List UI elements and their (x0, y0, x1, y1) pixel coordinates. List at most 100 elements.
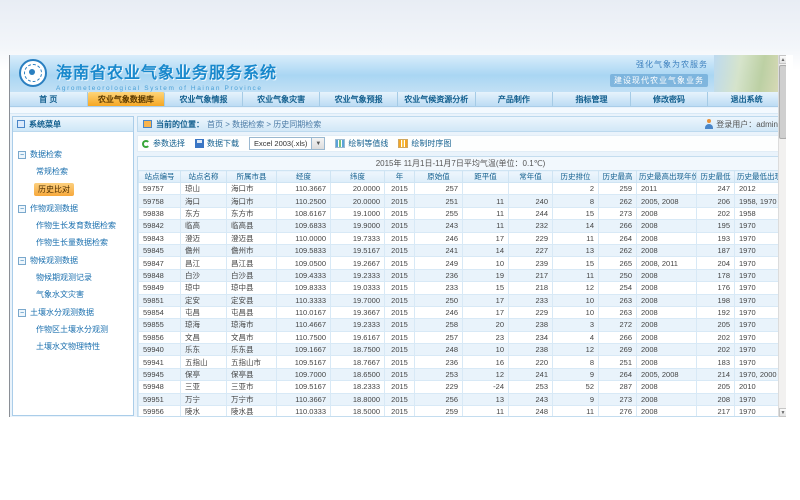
table-cell: 229 (509, 232, 553, 244)
draw-timeseries-button[interactable]: 绘制时序图 (398, 138, 451, 149)
nav-item[interactable]: 退出系统 (708, 92, 786, 106)
table-row[interactable]: 59856文昌文昌市110.750019.6167201525723234426… (139, 331, 785, 343)
table-cell: 198 (697, 294, 735, 306)
tree-group-label: 数据检索 (30, 149, 62, 160)
table-cell: 59758 (139, 195, 181, 207)
table-cell: 273 (599, 393, 637, 405)
table-cell: 文昌市 (227, 331, 277, 343)
nav-item[interactable]: 农业气象情报 (165, 92, 243, 106)
vertical-scrollbar[interactable]: ▲ ▼ (778, 55, 786, 417)
table-cell: 193 (697, 232, 735, 244)
nav-item[interactable]: 首 页 (10, 92, 88, 106)
table-cell: 18.2333 (331, 381, 385, 393)
table-cell: 8 (553, 356, 599, 368)
table-cell: 2015 (385, 282, 415, 294)
table-row[interactable]: 59854屯昌屯昌县110.016719.3667201524617229102… (139, 306, 785, 318)
table-cell: 52 (553, 381, 599, 393)
draw-contour-button[interactable]: 绘制等值线 (335, 138, 388, 149)
table-row[interactable]: 59951万宁万宁市110.366718.8000201525613243927… (139, 393, 785, 405)
table-row[interactable]: 59851定安定安县110.333319.7000201525017233102… (139, 294, 785, 306)
nav-item[interactable]: 农业气象预报 (320, 92, 398, 106)
table-cell: 59854 (139, 306, 181, 318)
tree-group[interactable]: −数据检索 (18, 149, 130, 160)
download-format-select[interactable]: Excel 2003(.xls) ▼ (249, 137, 325, 150)
nav-item[interactable]: 产品制作 (476, 92, 554, 106)
table-row[interactable]: 59945保亭保亭县109.700018.6500201525312241926… (139, 368, 785, 380)
table-row[interactable]: 59838东方东方市108.616719.1000201525511244152… (139, 207, 785, 219)
table-row[interactable]: 59849琼中琼中县109.833319.0333201523315218122… (139, 282, 785, 294)
table-cell: 241 (415, 244, 463, 256)
tree-item[interactable]: 常规检索 (18, 166, 130, 177)
scrollbar-thumb[interactable] (779, 65, 786, 139)
table-cell: 257 (415, 183, 463, 195)
table-row[interactable]: 59758海口海口市110.250020.0000201525111240826… (139, 195, 785, 207)
table-cell: 临高县 (227, 220, 277, 232)
collapse-icon[interactable]: − (18, 205, 26, 213)
table-cell: 8 (553, 195, 599, 207)
tree-item[interactable]: 土壤水文物理特性 (18, 341, 130, 352)
collapse-icon[interactable]: − (18, 309, 26, 317)
nav-item[interactable]: 农业气象数据库 (88, 92, 166, 106)
table-cell: 2008 (637, 319, 697, 331)
table-row[interactable]: 59842临高临高县109.683319.9000201524311232142… (139, 220, 785, 232)
tree-group[interactable]: −作物观测数据 (18, 203, 130, 214)
tree-group[interactable]: −土壤水分观测数据 (18, 307, 130, 318)
table-cell: 59843 (139, 232, 181, 244)
tree-item[interactable]: 作物区土壤水分观测 (18, 324, 130, 335)
nav-item[interactable]: 指标管理 (553, 92, 631, 106)
table-cell: 2015 (385, 381, 415, 393)
table-cell: 2005, 2008 (637, 195, 697, 207)
table-cell: 272 (599, 319, 637, 331)
table-header: 站点编号站点名称所属市县经度纬度年原始值距平值常年值历史排位历史最高历史最高出现… (139, 171, 785, 183)
table-cell: 220 (509, 356, 553, 368)
data-download-button[interactable]: 数据下载 (195, 138, 239, 149)
table-cell: 15 (553, 207, 599, 219)
scroll-down-icon[interactable]: ▼ (779, 408, 786, 417)
chevron-down-icon[interactable]: ▼ (312, 137, 325, 150)
table-cell: 266 (599, 331, 637, 343)
nav-item[interactable]: 农业气候资源分析 (398, 92, 476, 106)
table-row[interactable]: 59845儋州儋州市109.583319.5167201524114227132… (139, 244, 785, 256)
tree-group[interactable]: −物候观测数据 (18, 255, 130, 266)
nav-item[interactable]: 农业气象灾害 (243, 92, 321, 106)
table-cell: 19.6167 (331, 331, 385, 343)
table-row[interactable]: 59940乐东乐东县109.166718.7500201524810238122… (139, 344, 785, 356)
table-cell: 2008 (637, 269, 697, 281)
collapse-icon[interactable]: − (18, 257, 26, 265)
tree-item[interactable]: 历史比对 (34, 183, 74, 196)
column-header: 历史最高 (599, 171, 637, 183)
tree-item[interactable]: 作物生长量数据检索 (18, 237, 130, 248)
table-row[interactable]: 59948三亚三亚市109.516718.23332015229-2425352… (139, 381, 785, 393)
tree-item[interactable]: 物候期观测记录 (18, 272, 130, 283)
table-row[interactable]: 59941五指山五指山市109.516718.76672015236162208… (139, 356, 785, 368)
table-row[interactable]: 59956陵水陵水县110.033318.5000201525911248112… (139, 406, 785, 417)
table-cell: 14 (553, 220, 599, 232)
table-cell: 243 (509, 393, 553, 405)
table-row[interactable]: 59848白沙白沙县109.433319.2333201523619217112… (139, 269, 785, 281)
table-cell: 263 (599, 306, 637, 318)
collapse-icon[interactable]: − (18, 151, 26, 159)
table-cell: 2015 (385, 257, 415, 269)
tree-item[interactable]: 作物生长发育数据检索 (18, 220, 130, 231)
table-cell: 澄迈县 (227, 232, 277, 244)
table-cell: 琼中县 (227, 282, 277, 294)
table-cell: 217 (509, 269, 553, 281)
scroll-up-icon[interactable]: ▲ (779, 55, 786, 64)
table-cell: 1970, 2000 (735, 368, 785, 380)
table-cell: 19.3667 (331, 306, 385, 318)
table-cell: 乐东县 (227, 344, 277, 356)
nav-item[interactable]: 修改密码 (631, 92, 709, 106)
tree-item[interactable]: 气象水文灾害 (18, 289, 130, 300)
table-row[interactable]: 59855琼海琼海市110.466719.2333201525820238327… (139, 319, 785, 331)
table-cell: 11 (463, 406, 509, 417)
menu-icon (17, 120, 25, 128)
table-row[interactable]: 59757琼山海口市110.366720.0000201525722592011… (139, 183, 785, 195)
table-row[interactable]: 59843澄迈澄迈县110.000019.7333201524617229112… (139, 232, 785, 244)
table-cell: 陵水 (181, 406, 227, 417)
table-cell: 12 (553, 282, 599, 294)
param-select-button[interactable]: 参数选择 (142, 138, 185, 149)
table-cell: 253 (415, 368, 463, 380)
table-cell: 三亚市 (227, 381, 277, 393)
table-cell: 海口 (181, 195, 227, 207)
table-row[interactable]: 59847昌江昌江县109.050019.2667201524910239152… (139, 257, 785, 269)
